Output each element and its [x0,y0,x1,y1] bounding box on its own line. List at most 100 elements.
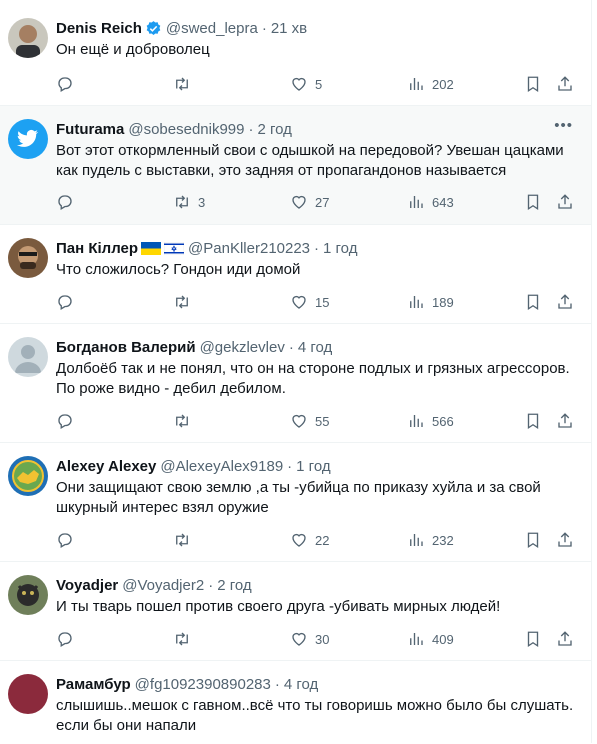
separator-dot: · [274,675,280,693]
author-handle[interactable]: @AlexeyAlex9189 [160,458,283,475]
tweet[interactable]: Voyadjer @Voyadjer2 · 2 год И ты тварь п… [0,562,591,661]
reply-button[interactable] [56,193,81,211]
author-handle[interactable]: @Voyadjer2 [122,577,204,594]
bookmark-button[interactable] [524,630,542,648]
retweet-button[interactable]: 3 [173,193,205,211]
timestamp[interactable]: 1 год [296,458,330,475]
author-name[interactable]: Пан Кіллер [56,240,138,257]
retweet-button[interactable] [173,630,198,648]
author-name[interactable]: Рамамбур [56,676,131,693]
retweet-button[interactable] [173,293,198,311]
like-button[interactable]: 15 [290,293,329,311]
bookmark-button[interactable] [524,293,542,311]
author-handle[interactable]: @sobesednik999 [128,121,244,138]
reply-button[interactable] [56,75,81,93]
timestamp[interactable]: 2 год [217,577,251,594]
tweet-text: Он ещё и доброволец [56,41,210,58]
retweet-button[interactable] [173,412,198,430]
avatar[interactable] [8,456,48,496]
bookmark-button[interactable] [524,412,542,430]
timestamp[interactable]: 2 год [257,121,291,138]
bookmark-icon [527,194,539,211]
avatar[interactable] [8,337,48,377]
avatar[interactable] [8,674,48,714]
views-button[interactable]: 409 [407,630,454,648]
avatar[interactable] [8,18,48,58]
reply-icon [58,295,72,310]
tweet[interactable]: Alexey Alexey @AlexeyAlex9189 · 1 год Он… [0,443,591,562]
author-name[interactable]: Богданов Валерий [56,339,196,356]
timestamp[interactable]: 1 год [323,240,357,257]
verified-badge-icon [146,20,161,35]
tweet-text: Вот этот откормленный свои с одышкой на … [56,142,564,179]
views-chart-icon [410,534,423,546]
retweet-icon [176,195,188,209]
timestamp[interactable]: 4 год [298,339,332,356]
reply-icon [58,195,72,210]
heart-icon [292,195,306,209]
like-button[interactable]: 5 [290,75,322,93]
like-button[interactable]: 22 [290,531,329,549]
retweet-button[interactable] [173,75,198,93]
author-handle[interactable]: @swed_lepra [166,20,258,37]
tweet[interactable]: Пан Кіллер @PanKller210223 · 1 год Что с… [0,225,591,324]
share-button[interactable] [556,630,574,648]
heart-icon [292,632,306,646]
reply-button[interactable] [56,412,81,430]
share-button[interactable] [556,531,574,549]
views-button[interactable]: 202 [407,75,454,93]
heart-icon [292,533,306,547]
like-button[interactable]: 27 [290,193,329,211]
views-button[interactable]: 566 [407,412,454,430]
author-handle[interactable]: @fg1092390890283 [135,676,271,693]
retweet-icon [176,632,188,646]
bookmark-button[interactable] [524,75,542,93]
share-button[interactable] [556,293,574,311]
retweet-button[interactable] [173,531,198,549]
like-button[interactable]: 55 [290,412,329,430]
timestamp[interactable]: 21 хв [271,20,307,37]
bookmark-icon [527,532,539,549]
retweet-icon [176,533,188,547]
timestamp[interactable]: 4 год [284,676,318,693]
views-button[interactable]: 189 [407,293,454,311]
separator-dot: · [208,576,214,594]
tweet[interactable]: Богданов Валерий @gekzlevlev · 4 год Дол… [0,324,591,443]
share-button[interactable] [556,75,574,93]
retweet-icon [176,77,188,91]
tweet-text: Долбоёб так и не понял, что он на сторон… [56,360,570,397]
bookmark-button[interactable] [524,193,542,211]
tweet[interactable]: Denis Reich @swed_lepra · 21 хв Он ещё и… [0,0,591,106]
author-name[interactable]: Denis Reich [56,20,142,37]
author-handle[interactable]: @gekzlevlev [200,339,285,356]
tweet[interactable]: Рамамбур @fg1092390890283 · 4 год слышиш… [0,661,591,744]
retweet-icon [176,295,188,309]
separator-dot: · [261,19,267,37]
more-options-icon[interactable]: ••• [554,117,573,134]
separator-dot: · [287,457,293,475]
avatar[interactable] [8,238,48,278]
author-name[interactable]: Voyadjer [56,577,118,594]
reply-button[interactable] [56,293,81,311]
share-button[interactable] [556,412,574,430]
reply-button[interactable] [56,630,81,648]
tweet-text: слышишь..мешок с гавном..всё что ты гово… [56,697,574,734]
reply-icon [58,632,72,647]
author-name[interactable]: Alexey Alexey [56,458,156,475]
reply-button[interactable] [56,531,81,549]
like-button[interactable]: 30 [290,630,329,648]
tweet[interactable]: Futurama @sobesednik999 · 2 год Вот этот… [0,106,591,225]
views-button[interactable]: 643 [407,193,454,211]
bookmark-button[interactable] [524,531,542,549]
share-icon [558,294,572,309]
heart-icon [292,414,306,428]
author-handle[interactable]: @PanKller210223 [188,240,310,257]
views-chart-icon [410,196,423,208]
avatar[interactable] [8,119,48,159]
reply-feed: Denis Reich @swed_lepra · 21 хв Он ещё и… [0,0,592,743]
share-button[interactable] [556,193,574,211]
author-name[interactable]: Futurama [56,121,124,138]
israel-flag-icon [164,241,185,255]
avatar[interactable] [8,575,48,615]
views-button[interactable]: 232 [407,531,454,549]
